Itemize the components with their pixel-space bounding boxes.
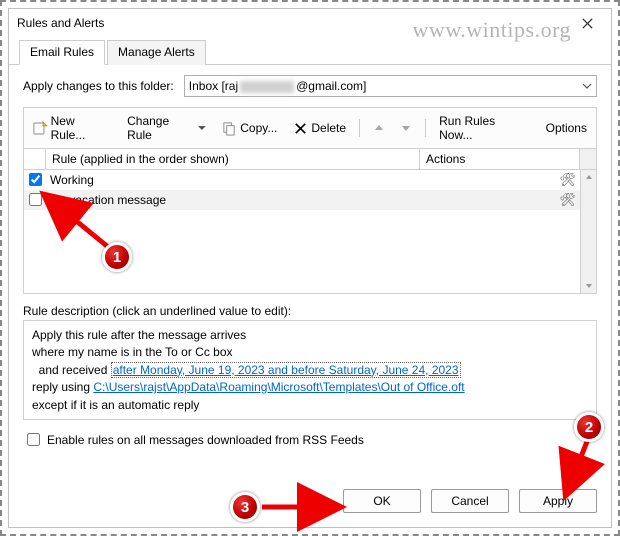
new-rule-icon bbox=[33, 121, 48, 136]
tab-label: Email Rules bbox=[30, 45, 94, 59]
desc-line: Apply this rule after the message arrive… bbox=[32, 327, 588, 344]
scroll-up-icon bbox=[581, 170, 596, 184]
table-row[interactable]: On vacation message 🛠 bbox=[24, 190, 580, 210]
tab-email-rules[interactable]: Email Rules bbox=[19, 40, 105, 65]
grid-header-scroll bbox=[580, 149, 596, 169]
scroll-down-icon bbox=[581, 279, 596, 293]
titlebar: Rules and Alerts bbox=[9, 9, 611, 37]
rss-row: Enable rules on all messages downloaded … bbox=[23, 430, 597, 449]
arrow-down-icon bbox=[401, 123, 411, 133]
rule-name: On vacation message bbox=[46, 193, 436, 207]
dialog-buttons: OK Cancel Apply bbox=[9, 481, 611, 527]
delete-icon bbox=[293, 121, 308, 136]
tabstrip: Email Rules Manage Alerts bbox=[9, 39, 611, 65]
date-range-link[interactable]: after Monday, June 19, 2023 and before S… bbox=[111, 362, 461, 378]
toolbar-label: New Rule... bbox=[51, 114, 111, 142]
toolbar-separator bbox=[425, 119, 426, 137]
rule-actions-icon: 🛠 bbox=[559, 173, 576, 186]
button-label: Apply bbox=[543, 494, 573, 508]
ok-button[interactable]: OK bbox=[343, 489, 421, 513]
run-rules-button[interactable]: Run Rules Now... bbox=[436, 112, 533, 144]
close-button[interactable] bbox=[571, 12, 603, 34]
button-label: Cancel bbox=[451, 494, 488, 508]
table-row[interactable]: Working 🛠 bbox=[24, 170, 580, 190]
rss-checkbox[interactable] bbox=[27, 433, 40, 446]
chevron-down-icon bbox=[582, 80, 592, 94]
redacted-text bbox=[240, 81, 294, 93]
rules-grid: Rule (applied in the order shown) Action… bbox=[23, 149, 597, 294]
dropdown-caret-icon bbox=[198, 124, 206, 132]
scrollbar[interactable] bbox=[580, 170, 596, 293]
rule-name: Working bbox=[46, 173, 436, 187]
desc-text: and received bbox=[32, 363, 111, 377]
rss-label: Enable rules on all messages downloaded … bbox=[47, 433, 364, 447]
desc-line: and received after Monday, June 19, 2023… bbox=[32, 362, 588, 379]
close-icon bbox=[580, 16, 595, 31]
grid-header-checkbox bbox=[24, 149, 46, 169]
toolbar-label: Run Rules Now... bbox=[439, 114, 530, 142]
desc-line: reply using C:\Users\rajst\AppData\Roami… bbox=[32, 379, 588, 396]
dialog-rules-and-alerts: Rules and Alerts www.wintips.org Email R… bbox=[8, 8, 612, 528]
folder-row: Apply changes to this folder: Inbox [raj… bbox=[23, 75, 597, 97]
grid-rows: Working 🛠 On vacation message 🛠 bbox=[24, 170, 580, 293]
toolbar-label: Change Rule bbox=[127, 114, 195, 142]
toolbar-label: Delete bbox=[311, 121, 346, 135]
rule-actions-icon: 🛠 bbox=[559, 193, 576, 206]
toolbar-label: Options bbox=[546, 121, 587, 135]
desc-line: where my name is in the To or Cc box bbox=[32, 344, 588, 361]
rule-enable-checkbox[interactable] bbox=[29, 173, 42, 186]
rules-toolbar: New Rule... Change Rule Copy... Delete R… bbox=[23, 107, 597, 149]
grid-header-actions[interactable]: Actions bbox=[420, 149, 580, 169]
toolbar-label: Copy... bbox=[240, 121, 277, 135]
copy-button[interactable]: Copy... bbox=[219, 119, 280, 138]
grid-header: Rule (applied in the order shown) Action… bbox=[24, 149, 596, 170]
window-title: Rules and Alerts bbox=[17, 16, 571, 30]
copy-icon bbox=[222, 121, 237, 136]
description-box: Apply this rule after the message arrive… bbox=[23, 320, 597, 420]
change-rule-button[interactable]: Change Rule bbox=[124, 112, 209, 144]
tab-content: Apply changes to this folder: Inbox [raj… bbox=[9, 65, 611, 481]
move-up-button[interactable] bbox=[370, 123, 388, 133]
tab-manage-alerts[interactable]: Manage Alerts bbox=[107, 40, 206, 65]
folder-value-suffix: @gmail.com] bbox=[296, 79, 366, 93]
apply-button[interactable]: Apply bbox=[519, 489, 597, 513]
grid-body: Working 🛠 On vacation message 🛠 bbox=[24, 170, 596, 293]
rule-enable-checkbox[interactable] bbox=[29, 193, 42, 206]
folder-dropdown[interactable]: Inbox [raj @gmail.com] bbox=[184, 75, 597, 97]
folder-label: Apply changes to this folder: bbox=[23, 79, 174, 93]
options-button[interactable]: Options bbox=[543, 119, 590, 137]
folder-value-prefix: Inbox [raj bbox=[189, 79, 238, 93]
tab-label: Manage Alerts bbox=[118, 45, 195, 59]
arrow-up-icon bbox=[374, 123, 384, 133]
delete-button[interactable]: Delete bbox=[290, 119, 349, 138]
cancel-button[interactable]: Cancel bbox=[431, 489, 509, 513]
description-label: Rule description (click an underlined va… bbox=[23, 304, 597, 318]
grid-header-rule[interactable]: Rule (applied in the order shown) bbox=[46, 149, 420, 169]
move-down-button[interactable] bbox=[398, 123, 416, 133]
template-path-link[interactable]: C:\Users\rajst\AppData\Roaming\Microsoft… bbox=[93, 380, 464, 394]
new-rule-button[interactable]: New Rule... bbox=[30, 112, 114, 144]
desc-line: except if it is an automatic reply bbox=[32, 397, 588, 414]
button-label: OK bbox=[373, 494, 390, 508]
desc-text: reply using bbox=[32, 380, 93, 394]
toolbar-separator bbox=[359, 119, 360, 137]
